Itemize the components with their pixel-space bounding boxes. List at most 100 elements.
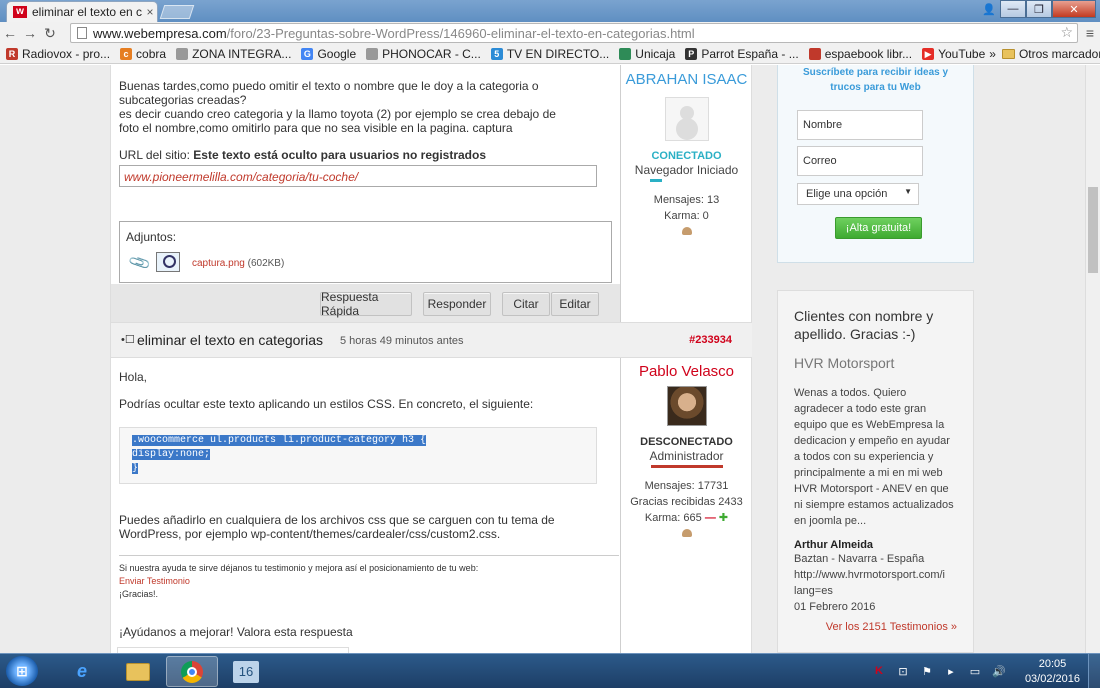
bookmark-star-icon[interactable]: ☆: [1060, 24, 1073, 41]
bookmark-item[interactable]: Unicaja: [619, 47, 675, 61]
more-testimonials-link[interactable]: Ver los 2151 Testimonios »: [794, 621, 957, 633]
bookmark-item[interactable]: P Parrot España - ...: [685, 46, 799, 61]
bookmark-label: cobra: [136, 46, 167, 61]
quick-reply-button[interactable]: Respuesta Rápida: [320, 290, 412, 318]
close-window-button[interactable]: ✕: [1052, 0, 1096, 18]
subscribe-title-line2: trucos para tu Web: [830, 82, 921, 93]
code-block[interactable]: .woocommerce ul.products li.product-cate…: [119, 427, 597, 484]
testimonial-prompt: Si nuestra ayuda te sirve déjanos tu tes…: [119, 563, 479, 573]
bookmark-item[interactable]: ZONA INTEGRA...: [176, 47, 291, 61]
new-tab-button[interactable]: [159, 5, 195, 19]
other-bookmarks-label: Otros marcadores: [1018, 46, 1100, 61]
bookmark-favicon-icon: [366, 47, 379, 60]
bookmark-item[interactable]: R Radiovox - pro...: [6, 47, 110, 61]
quote-button[interactable]: Citar: [502, 292, 550, 316]
bookmark-item[interactable]: PHONOCAR - C...: [366, 47, 481, 61]
testimonial-location: Baztan - Navarra - España: [794, 553, 925, 565]
other-bookmarks-folder[interactable]: Otros marcadores: [1001, 46, 1100, 61]
author-name[interactable]: ABRAHAN ISAAC: [621, 71, 752, 88]
post-time: 5 horas 49 minutos antes: [340, 335, 464, 347]
chrome-icon[interactable]: [166, 656, 218, 687]
post-actions-bar: Respuesta Rápida Responder Citar Editar: [111, 284, 620, 322]
post-bullet-icon: •☐: [121, 334, 135, 346]
thanks-text: ¡Gracias!.: [119, 589, 159, 599]
avatar[interactable]: [664, 97, 709, 141]
user-silhouette-icon: [681, 227, 692, 235]
address-bar[interactable]: www.webempresa.com /foro/23-Preguntas-so…: [70, 23, 1078, 43]
url-path: /foro/23-Preguntas-sobre-WordPress/14696…: [226, 25, 695, 41]
bookmark-label: Unicaja: [635, 46, 676, 61]
network-icon[interactable]: ⊡: [895, 665, 911, 679]
bookmark-label: Google: [317, 46, 357, 61]
folder-icon: [1001, 48, 1015, 59]
forum-thread: Buenas tardes,como puedo omitir el texto…: [110, 65, 752, 653]
karma-minus-icon[interactable]: —: [705, 512, 716, 524]
bookmark-label: YouTube: [938, 46, 986, 61]
page-icon: [77, 27, 87, 39]
bookmark-item[interactable]: 5 TV EN DIRECTO...: [490, 46, 610, 61]
testimonial-date: 01 Febrero 2016: [794, 601, 876, 613]
scrollbar-thumb[interactable]: [1088, 187, 1098, 273]
bookmark-item[interactable]: ▶ YouTube: [922, 47, 985, 61]
testimonials-title: Clientes con nombre y apellido. Gracias …: [794, 308, 934, 342]
internet-explorer-icon[interactable]: e: [56, 656, 108, 687]
post-title[interactable]: eliminar el texto en categorias: [137, 332, 323, 348]
edit-button[interactable]: Editar: [551, 292, 599, 316]
bookmark-label: TV EN DIRECTO...: [506, 46, 610, 61]
monitor-icon[interactable]: ▭: [967, 665, 983, 679]
post-id[interactable]: #233934: [689, 334, 732, 346]
user-silhouette-icon: [681, 529, 692, 537]
bookmark-favicon-icon: [176, 47, 189, 60]
name-input[interactable]: Nombre: [797, 110, 923, 140]
signup-button[interactable]: ¡Alta gratuita!: [835, 217, 922, 239]
browser-menu-icon[interactable]: ≡: [1086, 25, 1094, 41]
clock[interactable]: 20:05 03/02/2016: [1025, 657, 1080, 687]
antivirus-icon[interactable]: K: [871, 665, 887, 679]
attachment-name[interactable]: captura.png: [192, 258, 245, 269]
option-select[interactable]: Elige una opción ▼: [797, 183, 919, 205]
bookmark-item[interactable]: espaebook libr...: [808, 47, 912, 61]
calendar-app-icon[interactable]: 16: [220, 656, 272, 687]
bookmarks-bar: R Radiovox - pro... c cobra ZONA INTEGRA... G…: [0, 44, 1100, 64]
attachments-label: Adjuntos:: [126, 230, 177, 244]
user-rank: Navegador Iniciado: [634, 163, 739, 177]
email-input[interactable]: Correo: [797, 146, 923, 176]
windows-start-icon[interactable]: ⊞: [6, 656, 38, 686]
bookmark-favicon-icon: [808, 47, 821, 60]
bookmarks-more-icon[interactable]: »: [989, 47, 996, 61]
testimonial-prompt-box: Si nuestra ayuda te sirve déjanos tu tes…: [119, 555, 619, 601]
maximize-button[interactable]: ❐: [1026, 0, 1052, 18]
show-desktop-button[interactable]: [1088, 654, 1100, 688]
messages-count: Mensajes: 13: [653, 194, 720, 206]
rank-bar: [650, 179, 662, 182]
post-header: •☐ eliminar el texto en categorias 5 hor…: [111, 322, 752, 358]
page-scrollbar[interactable]: [1085, 65, 1100, 653]
attachment-size: (602KB): [247, 258, 285, 269]
forward-arrow-icon[interactable]: →: [20, 25, 40, 41]
bookmark-label: Parrot España - ...: [701, 46, 799, 61]
bookmark-item[interactable]: G Google: [301, 47, 356, 61]
attachment-link[interactable]: captura.png (602KB): [192, 258, 284, 269]
site-url-box[interactable]: www.pioneermelilla.com/categoria/tu-coch…: [119, 165, 597, 187]
browser-tab[interactable]: w eliminar el texto en c ×: [6, 1, 158, 22]
reload-icon[interactable]: ↻: [40, 25, 60, 42]
bookmark-favicon-icon: c: [120, 47, 133, 60]
action-center-icon[interactable]: ▸: [943, 665, 959, 679]
karma-plus-icon[interactable]: ✚: [719, 512, 728, 524]
attachment-thumbnail-icon[interactable]: [156, 252, 180, 272]
send-testimonial-link[interactable]: Enviar Testimonio: [119, 575, 619, 588]
flag-icon[interactable]: ⚑: [919, 665, 935, 679]
clock-time: 20:05: [1038, 657, 1067, 670]
minimize-button[interactable]: —: [1000, 0, 1026, 18]
volume-icon[interactable]: 🔊: [991, 665, 1007, 679]
author-name[interactable]: Pablo Velasco: [621, 363, 752, 380]
avatar[interactable]: [666, 386, 707, 426]
back-arrow-icon[interactable]: ←: [0, 25, 20, 41]
reply-button[interactable]: Responder: [423, 292, 491, 316]
post1-text1: Buenas tardes,como puedo omitir el texto…: [119, 79, 539, 107]
bookmark-item[interactable]: c cobra: [120, 47, 166, 61]
file-explorer-icon[interactable]: [112, 656, 164, 687]
user-icon[interactable]: 👤: [978, 0, 1000, 18]
tab-close-icon[interactable]: ×: [143, 5, 157, 19]
karma: Karma: 665: [644, 512, 702, 524]
